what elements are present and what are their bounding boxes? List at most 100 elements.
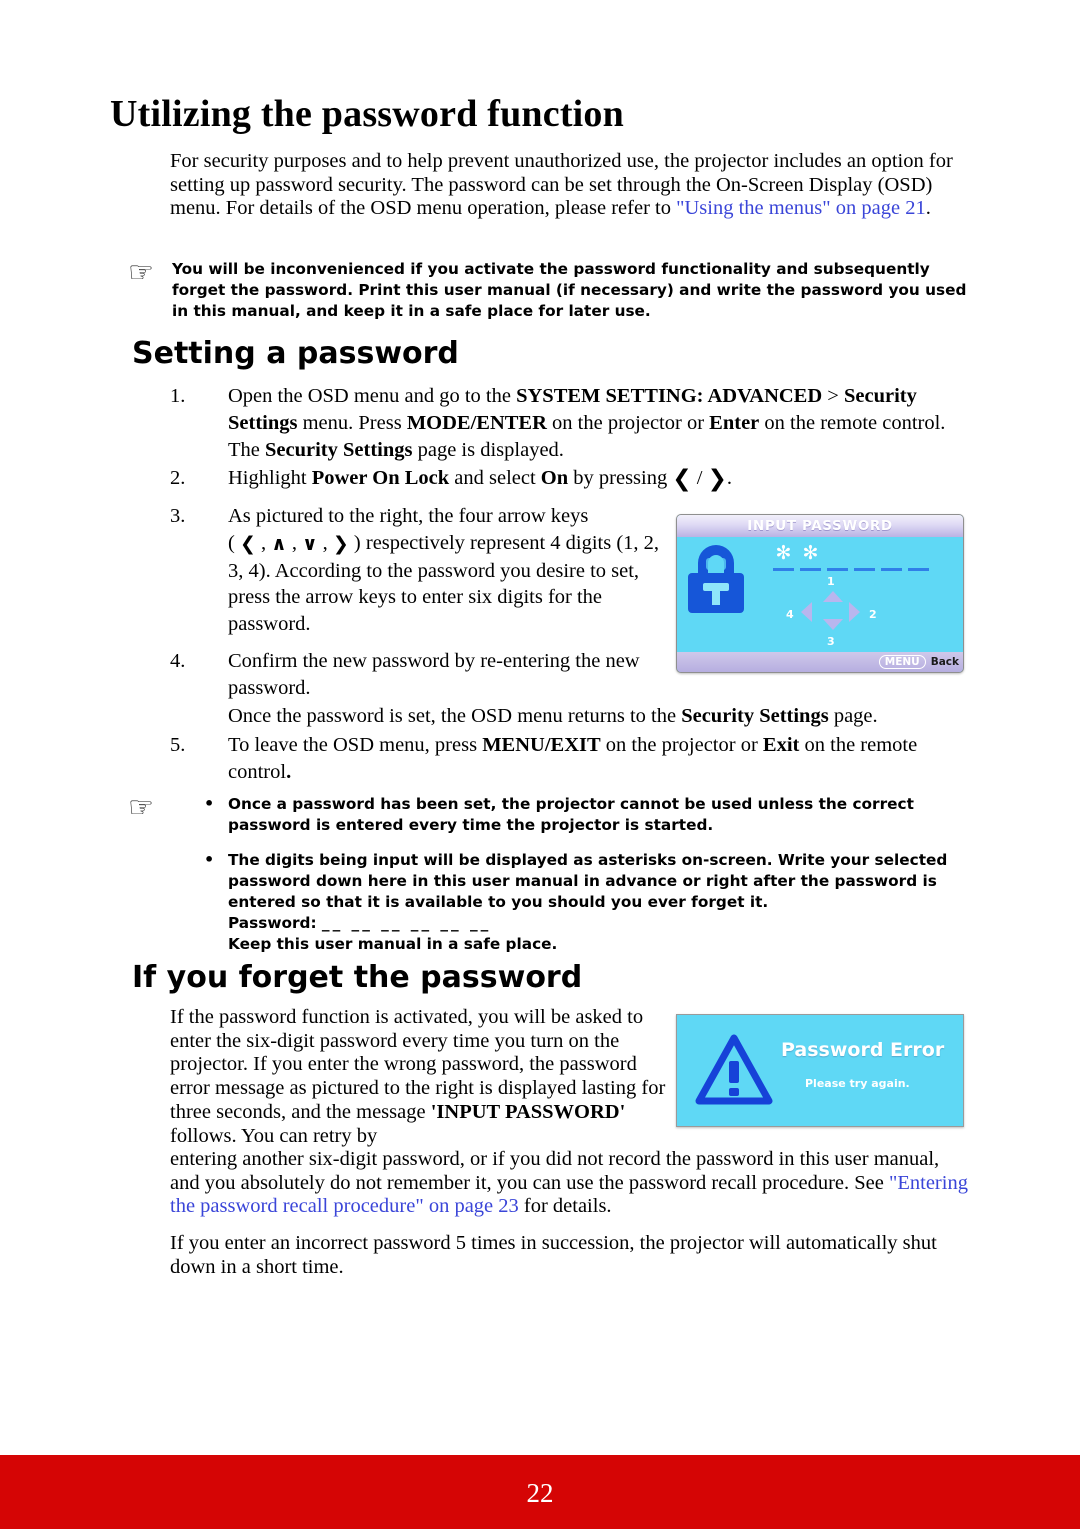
step-item-5: 5. To leave the OSD menu, press MENU/EXI… — [170, 732, 970, 786]
osd-body: ✻ ✻ 1 2 3 4 — [677, 537, 963, 652]
input-password-label: 'INPUT PASSWORD' — [430, 1100, 626, 1123]
pointing-hand-icon: ☞ — [128, 790, 154, 824]
dpad-diagram: 1 2 3 4 — [783, 575, 879, 648]
arrow-up-icon: ∧ — [271, 532, 287, 555]
step2-b2: On — [540, 467, 569, 489]
pointing-hand-icon: ☞ — [128, 255, 154, 289]
menu-key-badge[interactable]: MENU — [878, 655, 926, 669]
bullet-text: The digits being input will be displayed… — [228, 851, 948, 911]
step3-c3: , — [317, 531, 333, 554]
password-asterisk: ✻ — [802, 542, 819, 564]
error-subtitle: Please try again. — [805, 1077, 910, 1090]
osd-password-error-dialog: Password Error Please try again. — [676, 1014, 964, 1127]
step-text: Highlight Power On Lock and select On by… — [228, 465, 970, 493]
intro-text-part2: . — [925, 197, 931, 220]
step5-t1: To leave the OSD menu, press — [228, 734, 483, 756]
password-slot — [908, 549, 929, 571]
step-text: Open the OSD menu and go to the SYSTEM S… — [228, 383, 970, 463]
password-slot — [881, 549, 902, 571]
keep-manual-text: Keep this user manual in a safe place. — [228, 935, 558, 953]
arrow-down-icon: ∨ — [302, 532, 318, 555]
step1-t6: page is displayed. — [412, 438, 564, 461]
forget-paragraph-2: If you enter an incorrect password 5 tim… — [170, 1232, 937, 1278]
dpad-right-label: 2 — [869, 608, 877, 621]
intro-paragraph: For security purposes and to help preven… — [170, 150, 970, 221]
wrap-text-a: entering another six-digit password, or … — [170, 1148, 940, 1194]
once-t1: Once the password is set, the OSD menu r… — [228, 705, 682, 727]
step-text: To leave the OSD menu, press MENU/EXIT o… — [228, 732, 970, 786]
step5-b2: Exit — [762, 734, 800, 756]
arrow-right-icon: ❯ — [707, 466, 727, 492]
step2-t2: and select — [449, 467, 541, 489]
step1-b5: Security Settings — [265, 438, 413, 461]
dpad-left-label: 4 — [786, 608, 794, 621]
step5-t4: . — [286, 760, 292, 783]
error-title: Password Error — [781, 1039, 945, 1061]
page-number: 22 — [526, 1478, 554, 1508]
step1-b1: SYSTEM SETTING: ADVANCED — [516, 385, 823, 407]
password-asterisk: ✻ — [775, 542, 792, 564]
using-the-menus-link[interactable]: "Using the menus" on page 21 — [676, 197, 926, 219]
section-heading-setting-a-password: Setting a password — [132, 336, 459, 371]
wrap-text-b: for details. — [518, 1195, 612, 1218]
dpad-down-label: 3 — [827, 635, 835, 648]
step1-b4: Enter — [709, 411, 760, 434]
step1-t4: on the projector or — [546, 411, 710, 434]
arrow-down-icon[interactable] — [823, 619, 843, 630]
warning-triangle-icon — [695, 1033, 773, 1112]
step2-t1: Highlight — [228, 467, 312, 489]
step1-t2: > — [822, 385, 844, 407]
password-slot: ✻ — [773, 544, 794, 571]
password-slots[interactable]: ✻ ✻ — [773, 544, 929, 571]
padlock-icon — [685, 545, 747, 620]
password-slot — [827, 549, 848, 571]
list-item: The digits being input will be displayed… — [200, 849, 970, 955]
arrow-right-icon[interactable] — [849, 602, 860, 622]
step-text: Confirm the new password by re-entering … — [228, 650, 640, 699]
section-heading-if-you-forget: If you forget the password — [132, 960, 583, 995]
step3-t1: As pictured to the right, the four arrow… — [228, 505, 589, 527]
step-number: 4. — [170, 650, 186, 672]
once-t2: page. — [828, 705, 878, 727]
osd-footer-bar: MENU Back — [677, 652, 963, 672]
password-slot: ✻ — [800, 544, 821, 571]
step1-b3: MODE/ENTER — [406, 411, 547, 434]
step1-t1: Open the OSD menu and go to the — [228, 385, 517, 407]
step-number: 2. — [170, 467, 186, 489]
step-number: 3. — [170, 505, 186, 527]
arrow-up-icon[interactable] — [823, 591, 843, 602]
arrow-left-icon[interactable] — [801, 602, 812, 622]
step-item-3: 3. As pictured to the right, the four ar… — [170, 503, 670, 638]
password-label: Password: — [228, 914, 317, 932]
arrow-left-icon: ❮ — [239, 532, 256, 555]
once-b1: Security Settings — [681, 705, 829, 727]
step3-c1: , — [255, 531, 272, 554]
menu-key-action: Back — [930, 656, 959, 668]
forget-paragraph-wrap: entering another six-digit password, or … — [170, 1148, 970, 1219]
step3-c2: , — [286, 531, 303, 554]
step5-t2: on the projector or — [600, 734, 763, 756]
step-text: As pictured to the right, the four arrow… — [228, 503, 670, 638]
arrow-left-icon: ❮ — [672, 466, 692, 492]
forget-p1-b: follows. You can retry by — [170, 1124, 378, 1147]
password-slot — [854, 549, 875, 571]
step-item-2: 2. Highlight Power On Lock and select On… — [170, 465, 970, 493]
step-item-1: 1. Open the OSD menu and go to the SYSTE… — [170, 383, 970, 463]
dpad-up-label: 1 — [827, 575, 835, 588]
arrow-right-icon: ❯ — [332, 532, 349, 555]
step5-b1: MENU/EXIT — [482, 734, 601, 756]
password-blank-line[interactable]: __ __ __ __ __ __ — [322, 914, 491, 932]
note-block-password-tips: Once a password has been set, the projec… — [200, 793, 970, 955]
step-note-once-password-set: Once the password is set, the OSD menu r… — [228, 705, 973, 729]
list-item: Once a password has been set, the projec… — [200, 793, 970, 836]
osd-input-password-dialog: INPUT PASSWORD ✻ ✻ 1 2 3 4 MENU Back — [676, 514, 964, 673]
step2-t4: . — [726, 467, 732, 489]
note-block-forget-warning: You will be inconvenienced if you activa… — [172, 260, 967, 320]
manual-page: Utilizing the password function For secu… — [0, 0, 1080, 1529]
page-title: Utilizing the password function — [110, 93, 624, 135]
note-bullet-list: Once a password has been set, the projec… — [200, 793, 970, 955]
step3-close-paren: ) — [348, 531, 366, 554]
step1-t3: menu. Press — [297, 411, 407, 434]
forget-paragraph-1: If the password function is activated, y… — [170, 1006, 670, 1148]
step2-t3: by pressing — [568, 467, 673, 489]
